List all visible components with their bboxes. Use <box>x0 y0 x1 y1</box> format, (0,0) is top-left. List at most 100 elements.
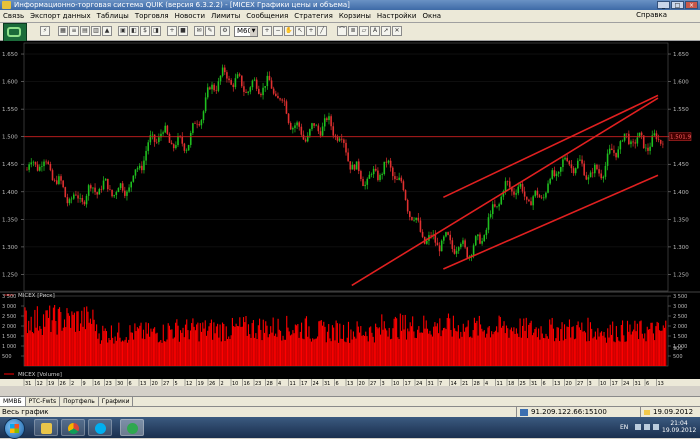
price-candle <box>215 90 218 91</box>
price-candle <box>404 190 407 201</box>
menu-tables[interactable]: Таблицы <box>94 12 132 20</box>
new-order-icon[interactable]: + <box>167 26 177 36</box>
crosshair-icon[interactable]: + <box>306 26 316 36</box>
price-candle <box>453 248 456 254</box>
price-candle <box>66 197 69 204</box>
trades-icon[interactable]: ▥ <box>91 26 101 36</box>
price-candle <box>406 200 409 212</box>
message-icon[interactable]: ✎ <box>205 26 215 36</box>
price-candle <box>128 187 130 192</box>
price-candle <box>141 165 143 171</box>
price-candle <box>613 150 615 153</box>
text-tool-icon[interactable]: A <box>370 26 380 36</box>
price-candle <box>90 185 92 189</box>
limits-icon[interactable]: ◧ <box>129 26 139 36</box>
price-candle <box>521 183 524 192</box>
time-axis-day-label: 6 <box>336 381 339 386</box>
price-candle <box>60 176 62 181</box>
menu-settings[interactable]: Настройки <box>374 12 420 20</box>
channel-icon[interactable]: ▱ <box>359 26 369 36</box>
timeframe-select[interactable]: M60 ▼ <box>234 26 258 37</box>
network-tray-icon[interactable] <box>644 424 650 430</box>
price-candle <box>381 174 383 175</box>
price-candle <box>655 133 658 140</box>
taskbar-chrome[interactable] <box>61 419 85 436</box>
price-candle <box>504 181 507 192</box>
quotes-icon[interactable]: ≡ <box>69 26 79 36</box>
time-axis-day-label: 3 <box>589 381 592 386</box>
line-tool-icon[interactable]: ╱ <box>317 26 327 36</box>
close-button[interactable]: × <box>685 1 698 9</box>
language-indicator[interactable]: EN <box>620 424 628 431</box>
price-candle <box>277 95 279 99</box>
minimize-button[interactable]: _ <box>657 1 670 9</box>
price-candle <box>172 144 175 149</box>
price-candle <box>630 141 632 145</box>
taskbar-quik[interactable] <box>120 419 144 436</box>
price-candle <box>585 175 588 180</box>
menu-help[interactable]: Справка <box>633 11 670 19</box>
position-icon[interactable]: ◨ <box>151 26 161 36</box>
taskbar-skype[interactable] <box>88 419 112 436</box>
orders-icon[interactable]: ▤ <box>80 26 90 36</box>
menu-export[interactable]: Экспорт данных <box>27 12 94 20</box>
price-candle <box>328 116 330 121</box>
chart-settings-icon[interactable]: ⚙ <box>220 26 230 36</box>
arc-tool-icon[interactable]: ⌒ <box>337 26 347 36</box>
menu-messages[interactable]: Сообщения <box>243 12 291 20</box>
price-candle <box>30 162 33 165</box>
price-candle <box>300 126 303 135</box>
volume-tick-label-left: 3 000 <box>2 304 16 310</box>
arrow-tool-icon[interactable]: ➚ <box>381 26 391 36</box>
price-candle <box>238 74 241 76</box>
network-icon <box>520 409 528 416</box>
stop-order-icon[interactable]: ■ <box>178 26 188 36</box>
window-title: Информационно-торговая система QUIK (вер… <box>14 1 350 9</box>
price-candle <box>394 176 396 180</box>
chart-window[interactable]: 1.6501.6501.6001.6001.5501.5501.5001.500… <box>0 41 700 386</box>
zoom-out-icon[interactable]: − <box>273 26 283 36</box>
time-axis-day-label: 28 <box>267 381 273 386</box>
chart-icon[interactable]: ▲ <box>102 26 112 36</box>
menu-news[interactable]: Новости <box>172 12 208 20</box>
time-axis-day-label: 20 <box>359 381 365 386</box>
table-icon[interactable]: ▦ <box>58 26 68 36</box>
fibo-icon[interactable]: ≣ <box>348 26 358 36</box>
menu-windows[interactable]: Окна <box>419 12 444 20</box>
price-candle <box>530 201 532 206</box>
zoom-in-icon[interactable]: + <box>262 26 272 36</box>
maximize-button[interactable]: □ <box>671 1 684 9</box>
delete-tool-icon[interactable]: ✕ <box>392 26 402 36</box>
money-icon[interactable]: $ <box>140 26 150 36</box>
menu-svyaz[interactable]: Связь <box>0 12 27 20</box>
price-candle <box>240 75 243 87</box>
chart-canvas[interactable]: 1.6501.6501.6001.6001.5501.5501.5001.500… <box>0 41 700 386</box>
menu-strategy[interactable]: Стратегия <box>291 12 336 20</box>
price-candle <box>464 240 466 248</box>
price-tick-label-right: 1.250 <box>673 272 689 278</box>
connect-icon[interactable]: ⚡ <box>40 26 50 36</box>
start-button[interactable] <box>4 418 25 439</box>
hand-icon[interactable]: ✋ <box>284 26 294 36</box>
taskbar-explorer[interactable] <box>34 419 58 436</box>
price-candle <box>51 170 54 181</box>
price-candle <box>583 163 585 176</box>
price-candle <box>551 170 554 179</box>
price-candle <box>623 133 626 141</box>
volume-icon[interactable] <box>653 424 659 430</box>
price-candle <box>213 84 215 91</box>
news-icon[interactable]: ✉ <box>194 26 204 36</box>
price-candle <box>81 198 84 202</box>
time-axis-day-label: 18 <box>508 381 514 386</box>
menu-trading[interactable]: Торговля <box>132 12 172 20</box>
menu-baskets[interactable]: Корзины <box>336 12 374 20</box>
price-candle <box>260 93 262 96</box>
time-axis-day-label: 23 <box>255 381 261 386</box>
pointer-icon[interactable]: ↖ <box>295 26 305 36</box>
clock[interactable]: 21:04 19.09.2012 <box>662 420 696 434</box>
price-candle <box>79 198 81 199</box>
price-candle <box>323 118 326 127</box>
portfolio-icon[interactable]: ▣ <box>118 26 128 36</box>
menu-limits[interactable]: Лимиты <box>208 12 243 20</box>
flag-icon[interactable] <box>635 424 641 430</box>
